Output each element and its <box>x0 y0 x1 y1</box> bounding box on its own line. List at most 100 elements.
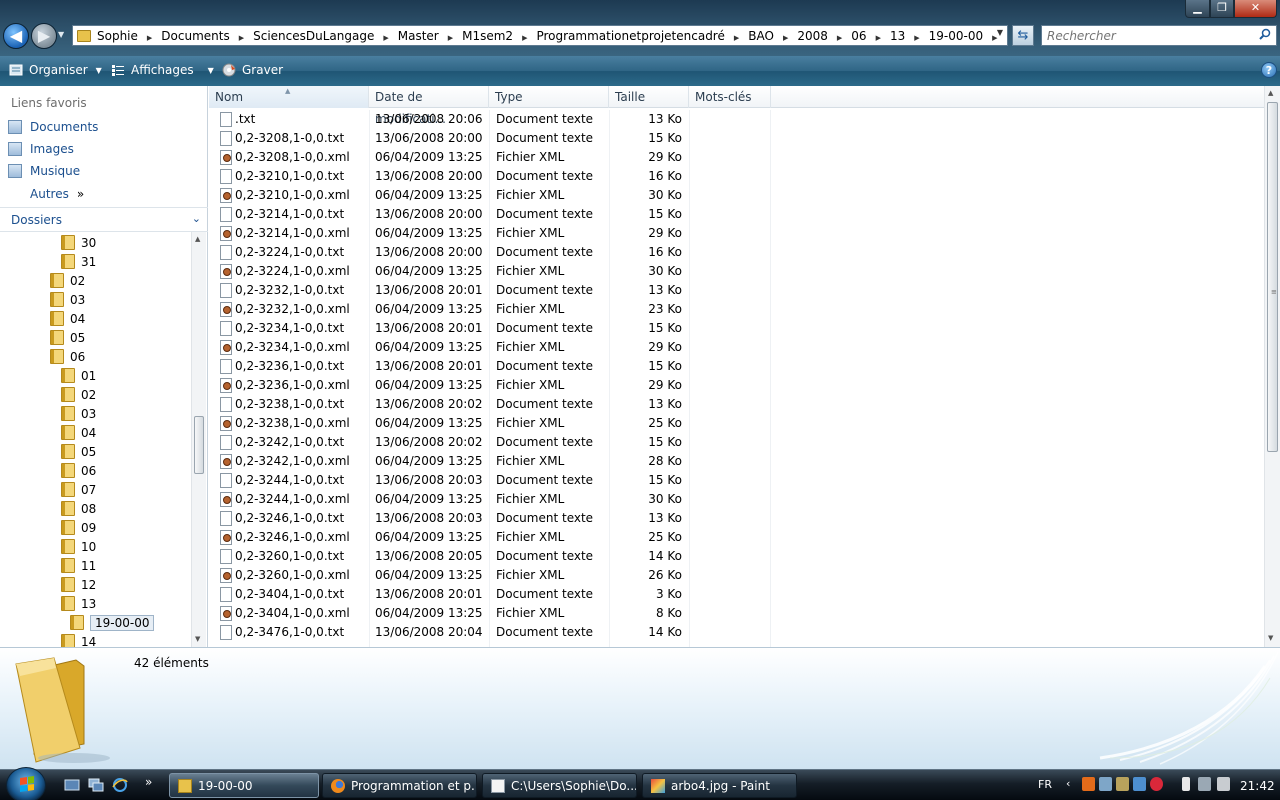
switch-windows-icon[interactable] <box>88 778 104 792</box>
refresh-button[interactable]: ⇆ <box>1012 25 1034 46</box>
address-bar[interactable]: Sophie ▶ Documents ▶ SciencesDuLangage ▶ Maste… <box>72 25 1008 46</box>
file-row[interactable]: 0,2-3208,1-0,0.xml 06/04/2009 13:25 Fichie… <box>209 148 1264 167</box>
breadcrumb-separator-icon[interactable]: ▶ <box>876 34 881 42</box>
folder-tree-scrollbar[interactable]: ▲ ▼ <box>191 232 206 647</box>
breadcrumb-item[interactable]: 2008 <box>797 29 828 43</box>
file-row[interactable]: 0,2-3224,1-0,0.xml 06/04/2009 13:25 Fichie… <box>209 262 1264 281</box>
file-row[interactable]: 0,2-3238,1-0,0.xml 06/04/2009 13:25 Fichie… <box>209 414 1264 433</box>
show-hidden-icons-button[interactable]: ‹ <box>1066 777 1070 790</box>
tree-item[interactable]: 10 <box>61 537 96 556</box>
tree-item[interactable]: 01 <box>61 366 96 385</box>
favorite-documents-link[interactable]: Documents <box>8 120 98 134</box>
tree-item[interactable]: 05 <box>50 328 85 347</box>
tree-item[interactable]: 06 <box>50 347 85 366</box>
file-row[interactable]: 0,2-3234,1-0,0.xml 06/04/2009 13:25 Fichie… <box>209 338 1264 357</box>
tree-item[interactable]: 07 <box>61 480 96 499</box>
search-icon[interactable] <box>1259 28 1271 40</box>
minimize-button[interactable]: ▁ <box>1185 0 1210 18</box>
file-row[interactable]: 0,2-3246,1-0,0.xml 06/04/2009 13:25 Fichie… <box>209 528 1264 547</box>
breadcrumb-separator-icon[interactable]: ▶ <box>522 34 527 42</box>
breadcrumb-separator-icon[interactable]: ▶ <box>448 34 453 42</box>
back-button[interactable]: ◀ <box>3 23 29 49</box>
tree-item[interactable]: 30 <box>61 233 96 252</box>
taskbar-button-firefox[interactable]: Programmation et p... <box>322 773 477 798</box>
quick-launch-more[interactable]: » <box>145 775 152 789</box>
file-row[interactable]: 0,2-3404,1-0,0.xml 06/04/2009 13:25 Fichie… <box>209 604 1264 623</box>
scroll-thumb[interactable]: ≡ <box>1267 102 1278 452</box>
breadcrumb-item[interactable]: 13 <box>890 29 905 43</box>
file-row[interactable]: 0,2-3238,1-0,0.txt 13/06/2008 20:02 Docume… <box>209 395 1264 414</box>
column-header-type[interactable]: Type <box>489 86 609 108</box>
tree-item[interactable]: 12 <box>61 575 96 594</box>
file-row[interactable]: 0,2-3214,1-0,0.xml 06/04/2009 13:25 Fichie… <box>209 224 1264 243</box>
internet-explorer-icon[interactable] <box>112 778 128 792</box>
breadcrumb-separator-icon[interactable]: ▶ <box>147 34 152 42</box>
breadcrumb-item[interactable]: BAO <box>748 29 774 43</box>
opera-icon[interactable] <box>1150 777 1163 791</box>
file-row[interactable]: 0,2-3244,1-0,0.txt 13/06/2008 20:03 Docume… <box>209 471 1264 490</box>
show-desktop-icon[interactable] <box>64 778 80 792</box>
folders-header[interactable]: Dossiers ⌄ <box>0 208 208 232</box>
file-row[interactable]: 0,2-3260,1-0,0.xml 06/04/2009 13:25 Fichie… <box>209 566 1264 585</box>
tree-item[interactable]: 14 <box>61 632 96 647</box>
favorite-music-link[interactable]: Musique <box>8 164 80 178</box>
file-row[interactable]: .txt 13/06/2008 20:06 Document texte 13 Ko <box>209 110 1264 129</box>
column-header-date[interactable]: Date de modificati... <box>369 86 489 126</box>
file-row[interactable]: 0,2-3404,1-0,0.txt 13/06/2008 20:01 Docume… <box>209 585 1264 604</box>
search-input[interactable] <box>1042 26 1252 45</box>
breadcrumb-item[interactable]: Master <box>398 29 439 43</box>
tool-icon[interactable] <box>1116 777 1129 791</box>
tree-item[interactable]: 04 <box>50 309 85 328</box>
search-box[interactable] <box>1041 25 1277 46</box>
file-row[interactable]: 0,2-3246,1-0,0.txt 13/06/2008 20:03 Docume… <box>209 509 1264 528</box>
organize-button[interactable]: Organiser ▼ <box>9 63 102 77</box>
scroll-down-icon[interactable]: ▼ <box>1268 634 1273 642</box>
file-row[interactable]: 0,2-3208,1-0,0.txt 13/06/2008 20:00 Docume… <box>209 129 1264 148</box>
forward-button[interactable]: ▶ <box>31 23 57 49</box>
file-row[interactable]: 0,2-3234,1-0,0.txt 13/06/2008 20:01 Docume… <box>209 319 1264 338</box>
tree-item[interactable]: 03 <box>50 290 85 309</box>
breadcrumb-separator-icon[interactable]: ▶ <box>837 34 842 42</box>
column-header-tags[interactable]: Mots-clés <box>689 86 771 108</box>
network-icon[interactable] <box>1198 777 1211 791</box>
maximize-button[interactable]: ❐ <box>1210 0 1234 18</box>
file-row[interactable]: 0,2-3476,1-0,0.txt 13/06/2008 20:04 Docume… <box>209 623 1264 642</box>
bluetooth-icon[interactable] <box>1133 777 1146 791</box>
scroll-up-icon[interactable]: ▲ <box>1268 89 1273 97</box>
tree-item[interactable]: 02 <box>61 385 96 404</box>
tree-item[interactable]: 06 <box>61 461 96 480</box>
file-row[interactable]: 0,2-3242,1-0,0.txt 13/06/2008 20:02 Docume… <box>209 433 1264 452</box>
scroll-down-icon[interactable]: ▼ <box>195 635 200 643</box>
breadcrumb-item[interactable]: SciencesDuLangage <box>253 29 374 43</box>
breadcrumb-item[interactable]: Documents <box>161 29 229 43</box>
tree-item[interactable]: 05 <box>61 442 96 461</box>
file-row[interactable]: 0,2-3244,1-0,0.xml 06/04/2009 13:25 Fichie… <box>209 490 1264 509</box>
file-row[interactable]: 0,2-3214,1-0,0.txt 13/06/2008 20:00 Docume… <box>209 205 1264 224</box>
tree-item[interactable]: 08 <box>61 499 96 518</box>
tree-item[interactable]: 31 <box>61 252 96 271</box>
tree-item[interactable]: 19-00-00 <box>70 613 155 632</box>
breadcrumb-separator-icon[interactable]: ▶ <box>239 34 244 42</box>
file-row[interactable]: 0,2-3210,1-0,0.xml 06/04/2009 13:25 Fichie… <box>209 186 1264 205</box>
scroll-up-icon[interactable]: ▲ <box>195 235 200 243</box>
views-button[interactable]: Affichages ▼ <box>111 63 214 77</box>
tree-item[interactable]: 09 <box>61 518 96 537</box>
burn-button[interactable]: Graver <box>222 63 283 77</box>
file-row[interactable]: 0,2-3232,1-0,0.xml 06/04/2009 13:25 Fichie… <box>209 300 1264 319</box>
breadcrumb-separator-icon[interactable]: ▶ <box>734 34 739 42</box>
tree-item[interactable]: 02 <box>50 271 85 290</box>
chevron-down-icon[interactable]: ⌄ <box>192 212 201 225</box>
column-header-name[interactable]: Nom ▲ <box>209 86 369 108</box>
taskbar-button-explorer[interactable]: 19-00-00 <box>169 773 319 798</box>
breadcrumb-item[interactable]: Programmationetprojetencadré <box>536 29 724 43</box>
breadcrumb-item[interactable]: M1sem2 <box>462 29 513 43</box>
file-row[interactable]: 0,2-3224,1-0,0.txt 13/06/2008 20:00 Docume… <box>209 243 1264 262</box>
help-button[interactable]: ? <box>1261 62 1277 78</box>
breadcrumb-item[interactable]: 19-00-00 <box>929 29 983 43</box>
start-button[interactable] <box>6 767 46 800</box>
file-row[interactable]: 0,2-3260,1-0,0.txt 13/06/2008 20:05 Docume… <box>209 547 1264 566</box>
breadcrumb-item[interactable]: Sophie <box>97 29 138 43</box>
avast-icon[interactable] <box>1082 777 1095 791</box>
file-row[interactable]: 0,2-3236,1-0,0.xml 06/04/2009 13:25 Fichie… <box>209 376 1264 395</box>
battery-icon[interactable] <box>1182 777 1190 791</box>
